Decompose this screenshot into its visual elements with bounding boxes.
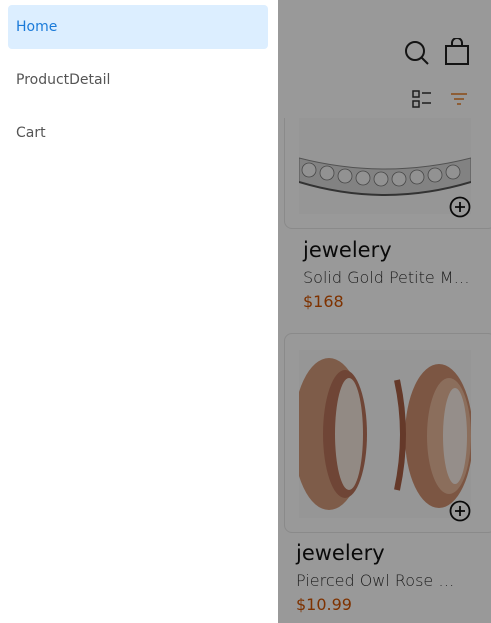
- drawer-item-cart[interactable]: Cart: [8, 111, 268, 155]
- navigation-drawer: Home ProductDetail Cart: [0, 0, 278, 623]
- drawer-item-product-detail[interactable]: ProductDetail: [8, 58, 268, 102]
- drawer-item-home[interactable]: Home: [8, 5, 268, 49]
